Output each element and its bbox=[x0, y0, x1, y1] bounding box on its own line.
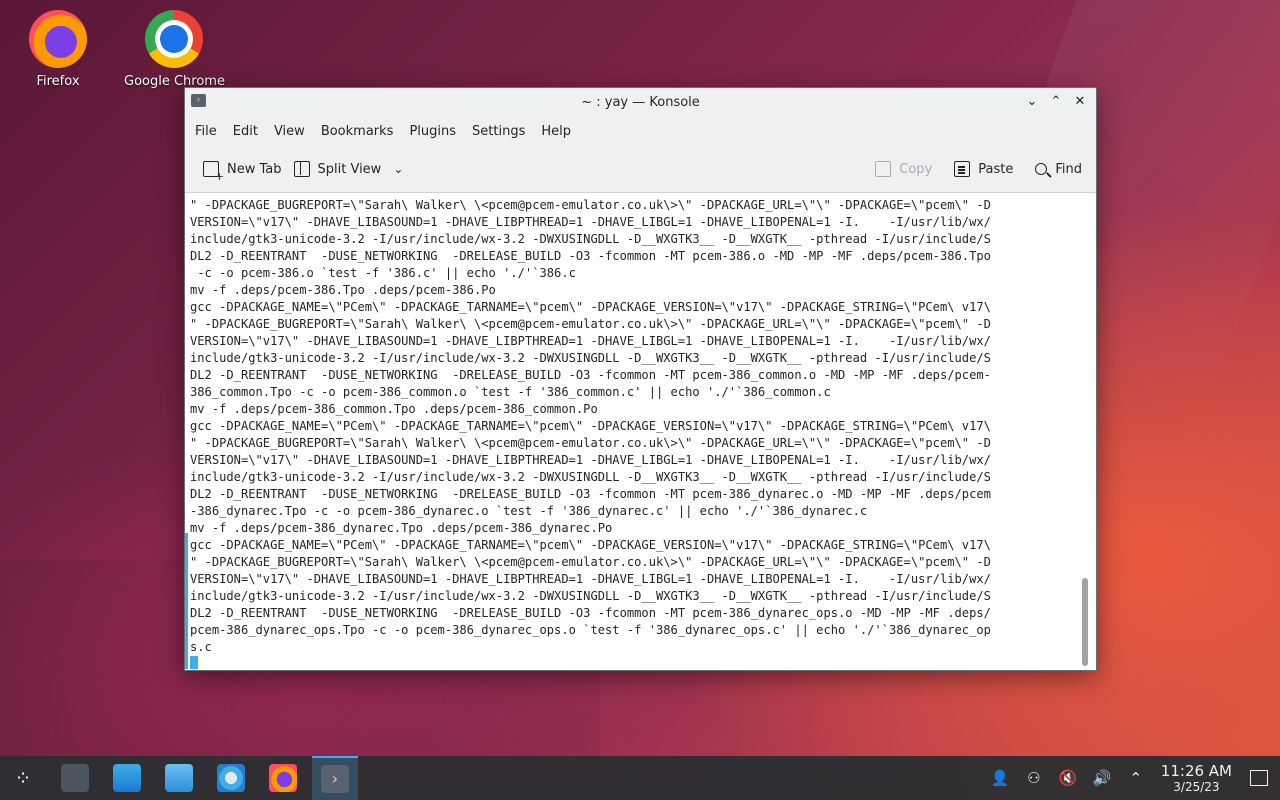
split-view-button[interactable]: Split View ⌄ bbox=[288, 154, 410, 184]
menu-plugins[interactable]: Plugins bbox=[409, 124, 466, 139]
konsole-window: › ~ : yay — Konsole ⌄ ⌃ ✕ File Edit View… bbox=[184, 87, 1097, 671]
firefox-icon bbox=[269, 764, 297, 792]
settings-icon bbox=[217, 764, 245, 792]
window-controls: ⌄ ⌃ ✕ bbox=[1022, 92, 1090, 112]
overview-icon bbox=[61, 764, 89, 792]
application-launcher-button[interactable]: ⁘ bbox=[0, 756, 46, 800]
terminal-prompt-icon[interactable]: › bbox=[191, 94, 206, 107]
show-desktop-icon[interactable] bbox=[1250, 770, 1268, 786]
menu-bookmarks[interactable]: Bookmarks bbox=[321, 124, 404, 139]
desktop-icon-firefox[interactable]: Firefox bbox=[8, 2, 108, 89]
konsole-icon: › bbox=[321, 765, 349, 793]
new-tab-label: New Tab bbox=[227, 161, 282, 177]
clock-time: 11:26 AM bbox=[1160, 762, 1232, 780]
copy-button[interactable]: Copy bbox=[869, 154, 938, 184]
new-tab-icon bbox=[203, 161, 224, 183]
terminal-cursor bbox=[190, 656, 198, 669]
paste-label: Paste bbox=[978, 161, 1014, 177]
overview-button[interactable] bbox=[52, 756, 98, 800]
find-label: Find bbox=[1055, 161, 1082, 177]
system-tray: 👤 ⚇ 🔇 🔊 ⌃ 11:26 AM 3/25/23 bbox=[983, 756, 1280, 800]
toolbar-right-group: Copy Paste Find bbox=[869, 154, 1088, 184]
scrollbar[interactable] bbox=[1082, 578, 1088, 666]
menu-view[interactable]: View bbox=[274, 124, 315, 139]
discover-button[interactable] bbox=[104, 756, 150, 800]
volume-icon[interactable]: 🔊 bbox=[1091, 767, 1113, 789]
close-button[interactable]: ✕ bbox=[1070, 92, 1090, 112]
terminal-output[interactable]: " -DPACKAGE_BUGREPORT=\"Sarah\ Walker\ \… bbox=[185, 193, 1094, 669]
copy-icon bbox=[875, 161, 892, 177]
minimize-button[interactable]: ⌄ bbox=[1022, 92, 1042, 112]
desktop-icon-chrome[interactable]: Google Chrome bbox=[124, 2, 225, 89]
clock[interactable]: 11:26 AM 3/25/23 bbox=[1161, 762, 1232, 794]
mute-icon[interactable]: 🔇 bbox=[1057, 767, 1079, 789]
file-manager-icon bbox=[165, 764, 193, 792]
paste-button[interactable]: Paste bbox=[948, 154, 1019, 184]
find-button[interactable]: Find bbox=[1029, 154, 1088, 184]
terminal-view[interactable]: " -DPACKAGE_BUGREPORT=\"Sarah\ Walker\ \… bbox=[185, 193, 1094, 669]
system-settings-button[interactable] bbox=[208, 756, 254, 800]
maximize-button[interactable]: ⌃ bbox=[1046, 92, 1066, 112]
konsole-task-button[interactable]: › bbox=[312, 756, 358, 800]
discover-store-icon bbox=[113, 764, 141, 792]
copy-label: Copy bbox=[899, 161, 933, 177]
file-manager-button[interactable] bbox=[156, 756, 202, 800]
command-marker bbox=[185, 533, 188, 669]
window-title: ~ : yay — Konsole bbox=[581, 94, 700, 110]
paste-icon bbox=[954, 161, 971, 177]
user-icon[interactable]: 👤 bbox=[989, 767, 1011, 789]
desktop-icon-label: Firefox bbox=[36, 74, 80, 89]
menu-settings[interactable]: Settings bbox=[472, 124, 535, 139]
menu-bar: File Edit View Bookmarks Plugins Setting… bbox=[185, 116, 1096, 146]
toolbar: New Tab Split View ⌄ Copy Paste Find bbox=[185, 146, 1096, 193]
split-view-label: Split View bbox=[317, 161, 382, 177]
chevron-up-icon[interactable]: ⌃ bbox=[1125, 767, 1147, 789]
firefox-icon bbox=[29, 10, 87, 68]
title-bar[interactable]: › ~ : yay — Konsole ⌄ ⌃ ✕ bbox=[185, 88, 1096, 116]
split-view-icon bbox=[293, 161, 310, 177]
menu-edit[interactable]: Edit bbox=[233, 124, 268, 139]
accounts-icon[interactable]: ⚇ bbox=[1023, 767, 1045, 789]
menu-file[interactable]: File bbox=[195, 124, 227, 139]
launcher-icon: ⁘ bbox=[14, 766, 32, 790]
chrome-icon bbox=[145, 10, 203, 68]
taskbar: ⁘ › 👤 ⚇ 🔇 🔊 ⌃ 11:26 AM 3/25/23 bbox=[0, 756, 1280, 800]
firefox-task-button[interactable] bbox=[260, 756, 306, 800]
search-icon bbox=[1035, 163, 1048, 175]
menu-help[interactable]: Help bbox=[541, 124, 581, 139]
chevron-down-icon[interactable]: ⌄ bbox=[393, 162, 403, 176]
clock-date: 3/25/23 bbox=[1173, 780, 1220, 794]
new-tab-button[interactable]: New Tab bbox=[197, 154, 288, 184]
